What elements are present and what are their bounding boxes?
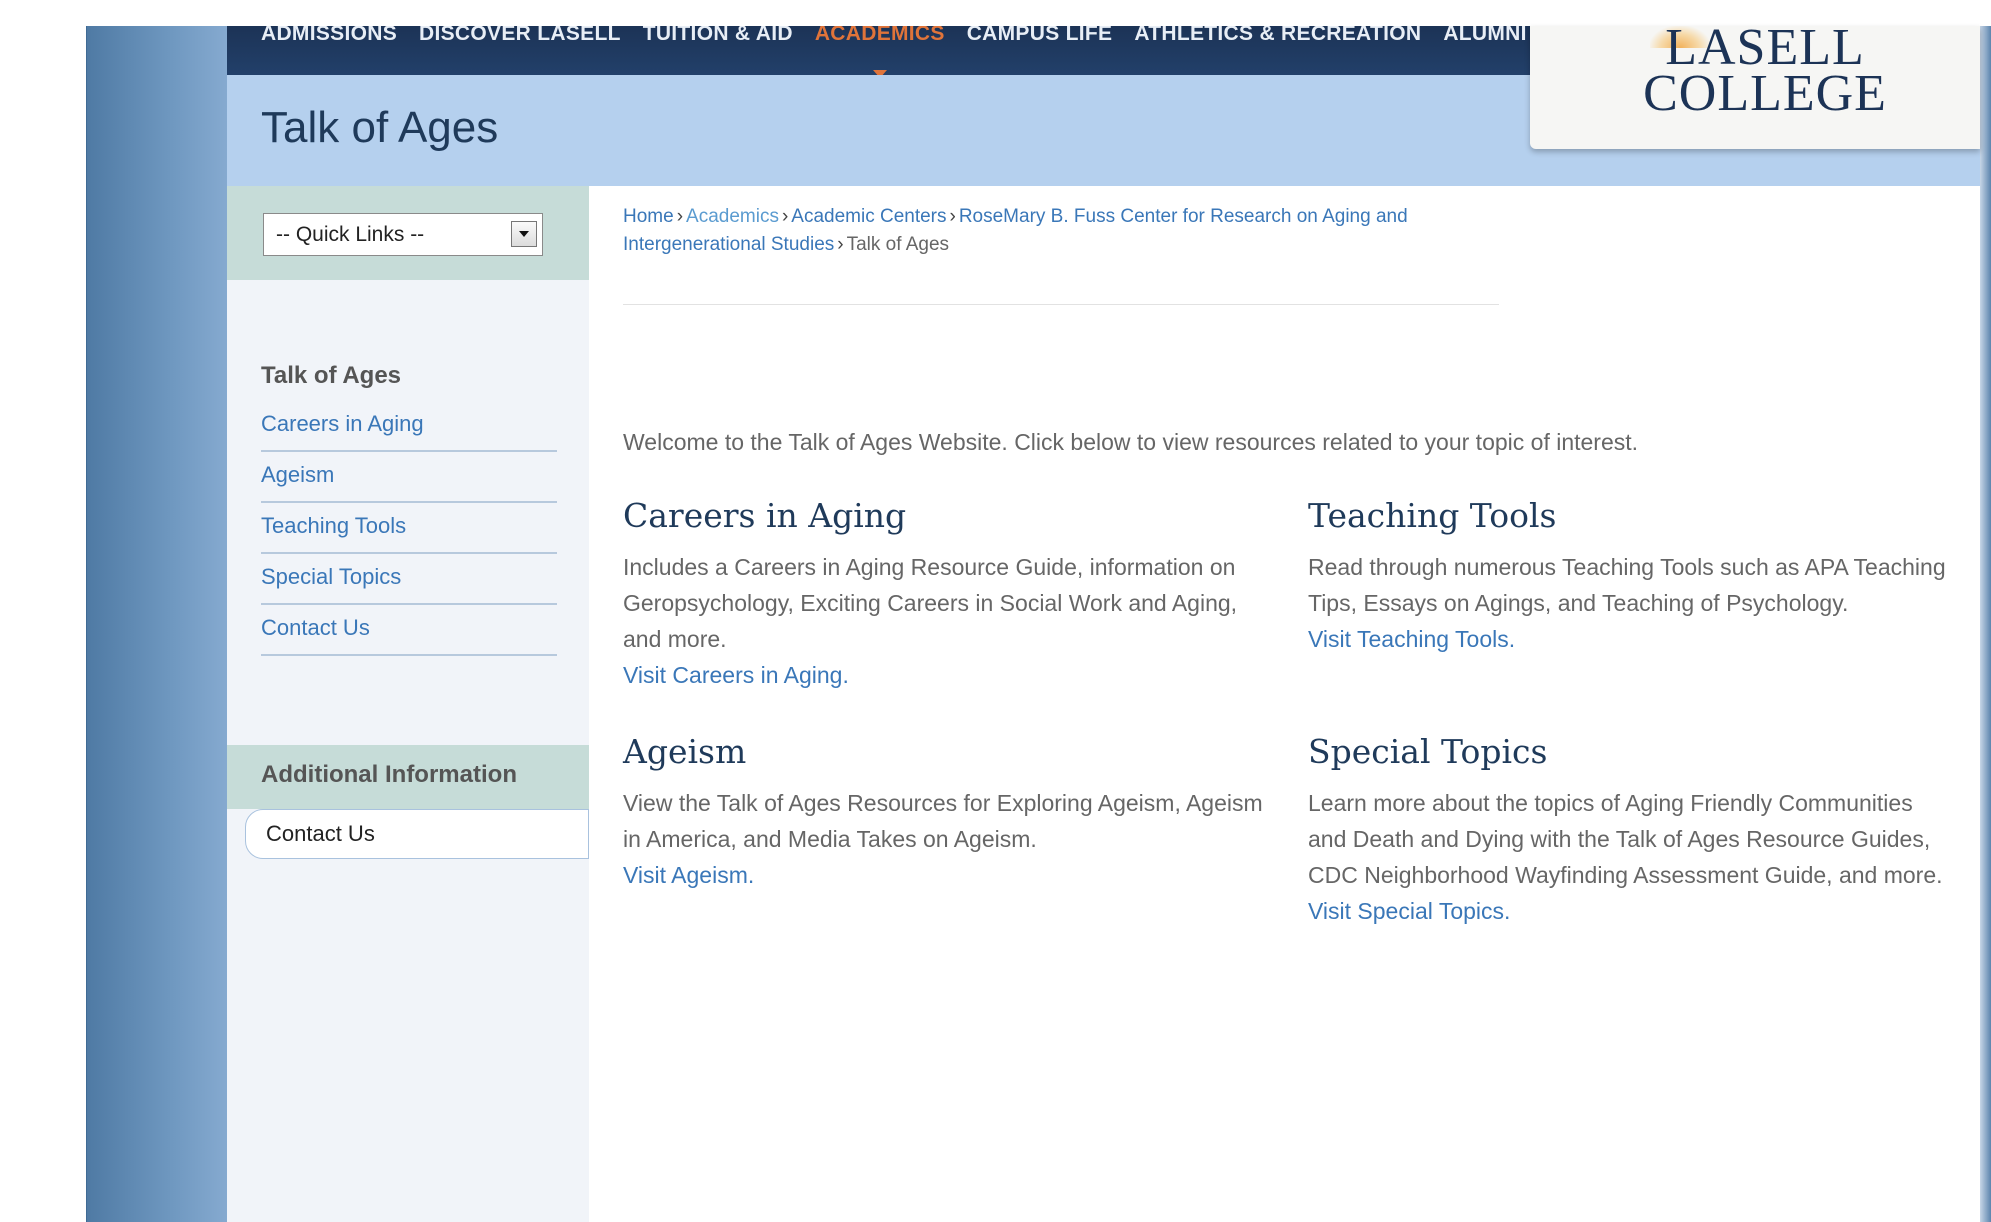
breadcrumb-separator-icon: ›	[837, 234, 844, 255]
breadcrumb-current: Talk of Ages	[846, 234, 950, 255]
dropdown-arrow-icon[interactable]	[511, 221, 537, 247]
section-description: Learn more about the topics of Aging Fri…	[1308, 790, 1943, 888]
sidebar-item-contact-us[interactable]: Contact Us	[261, 605, 557, 656]
nav-item-academics-label: Academics	[814, 26, 945, 45]
left-sidebar: -- Quick Links -- Talk of Ages Careers i…	[227, 186, 589, 1222]
section-title: Special Topics	[1308, 732, 1548, 771]
visit-special-topics-link[interactable]: Visit Special Topics.	[1308, 893, 1948, 929]
page-container: Admissions Discover Lasell Tuition & Aid…	[227, 19, 1980, 1222]
breadcrumb-divider	[623, 304, 1499, 305]
quick-links-label: -- Quick Links --	[276, 223, 425, 246]
breadcrumb-academics[interactable]: Academics	[686, 206, 779, 227]
nav-item-admissions[interactable]: Admissions	[261, 26, 397, 46]
section-description: View the Talk of Ages Resources for Expl…	[623, 790, 1263, 852]
section-description: Read through numerous Teaching Tools suc…	[1308, 554, 1946, 616]
sidebar-heading: Talk of Ages	[261, 362, 402, 389]
breadcrumb-academic-centers[interactable]: Academic Centers	[791, 206, 946, 227]
section-title: Teaching Tools	[1308, 496, 1557, 535]
nav-item-academics[interactable]: Academics	[814, 26, 945, 75]
logo-text-line2: COLLEGE	[1643, 65, 1887, 122]
quick-links-area: -- Quick Links --	[227, 186, 589, 280]
additional-information-box: Additional Information	[227, 745, 589, 809]
section-special-topics: Special Topics Learn more about the topi…	[1308, 732, 1948, 929]
right-edge-border	[1980, 26, 1991, 1222]
sidebar-item-ageism[interactable]: Ageism	[261, 452, 557, 503]
visit-careers-in-aging-link[interactable]: Visit Careers in Aging.	[623, 657, 1263, 693]
sidebar-item-special-topics[interactable]: Special Topics	[261, 554, 557, 605]
visit-ageism-link[interactable]: Visit Ageism.	[623, 857, 1263, 893]
section-careers-in-aging: Careers in Aging Includes a Careers in A…	[623, 496, 1263, 693]
background-blue-strip	[86, 26, 228, 1222]
nav-item-tuition-aid[interactable]: Tuition & Aid	[643, 26, 793, 46]
additional-information-heading: Additional Information	[261, 761, 517, 788]
section-title: Careers in Aging	[623, 496, 907, 535]
section-title: Ageism	[623, 732, 747, 771]
sidebar-nav: Careers in Aging Ageism Teaching Tools S…	[261, 401, 557, 656]
page-title: Talk of Ages	[261, 103, 499, 152]
welcome-text: Welcome to the Talk of Ages Website. Cli…	[623, 429, 1639, 455]
nav-item-discover-lasell[interactable]: Discover Lasell	[419, 26, 621, 46]
breadcrumb-home[interactable]: Home	[623, 206, 674, 227]
sidebar-item-careers-in-aging[interactable]: Careers in Aging	[261, 401, 557, 452]
visit-teaching-tools-link[interactable]: Visit Teaching Tools.	[1308, 621, 1948, 657]
section-description: Includes a Careers in Aging Resource Gui…	[623, 554, 1238, 652]
breadcrumb-separator-icon: ›	[949, 206, 956, 227]
section-ageism: Ageism View the Talk of Ages Resources f…	[623, 732, 1263, 893]
nav-item-athletics-recreation[interactable]: Athletics & Recreation	[1134, 26, 1421, 46]
additional-contact-us-button[interactable]: Contact Us	[245, 809, 589, 859]
additional-contact-us-label: Contact Us	[266, 821, 375, 846]
breadcrumb-separator-icon: ›	[676, 206, 684, 227]
main-navigation: Admissions Discover Lasell Tuition & Aid…	[227, 26, 1530, 75]
outer-left-margin	[0, 0, 86, 1222]
section-teaching-tools: Teaching Tools Read through numerous Tea…	[1308, 496, 1948, 657]
nav-item-campus-life[interactable]: Campus Life	[967, 26, 1113, 46]
nav-item-alumni-friends[interactable]: Alumni & Friends	[1443, 26, 1530, 46]
quick-links-select[interactable]: -- Quick Links --	[263, 213, 543, 256]
breadcrumb: Home › Academics › Academic Centers › RoseMary…	[623, 203, 1503, 259]
breadcrumb-separator-icon: ›	[781, 206, 789, 227]
sidebar-item-teaching-tools[interactable]: Teaching Tools	[261, 503, 557, 554]
college-logo[interactable]: LASELL COLLEGE	[1530, 19, 1980, 149]
